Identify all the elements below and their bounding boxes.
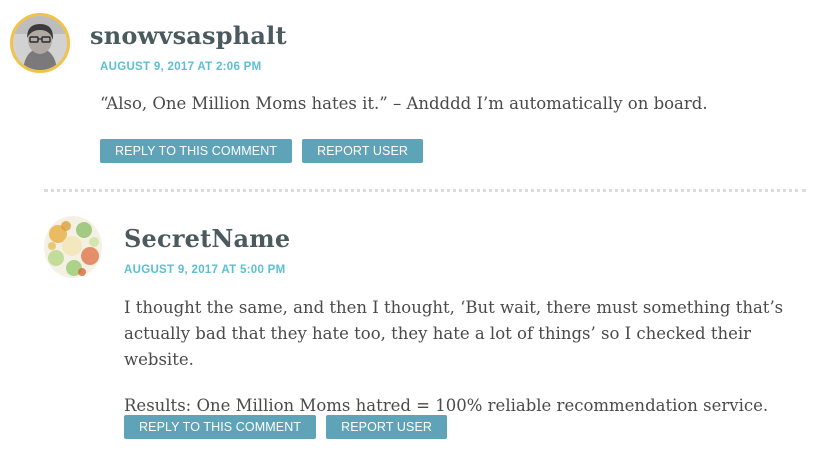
avatar[interactable] [44,216,102,278]
comment-paragraph: “Also, One Million Moms hates it.” – And… [100,94,708,113]
comment-author[interactable]: SecretName [124,224,290,253]
comment-date-link[interactable]: AUGUST 9, 2017 AT 5:00 PM [124,264,286,276]
avatar[interactable] [10,13,70,73]
comment-paragraph: I thought the same, and then I thought, … [124,298,784,369]
comment-actions: REPLY TO THIS COMMENT REPORT USER [100,139,424,163]
comment-author[interactable]: snowvsasphalt [90,21,287,50]
reply-button[interactable]: REPLY TO THIS COMMENT [124,415,317,439]
comment-divider [44,189,806,192]
report-user-button[interactable]: REPORT USER [326,415,448,439]
report-user-button[interactable]: REPORT USER [302,139,424,163]
user-photo-icon [13,16,67,70]
comment-date-link[interactable]: AUGUST 9, 2017 AT 2:06 PM [100,61,262,73]
identicon-icon [44,216,102,278]
comment-body: “Also, One Million Moms hates it.” – And… [100,91,800,137]
reply-button[interactable]: REPLY TO THIS COMMENT [100,139,293,163]
comment-actions: REPLY TO THIS COMMENT REPORT USER [124,415,448,439]
